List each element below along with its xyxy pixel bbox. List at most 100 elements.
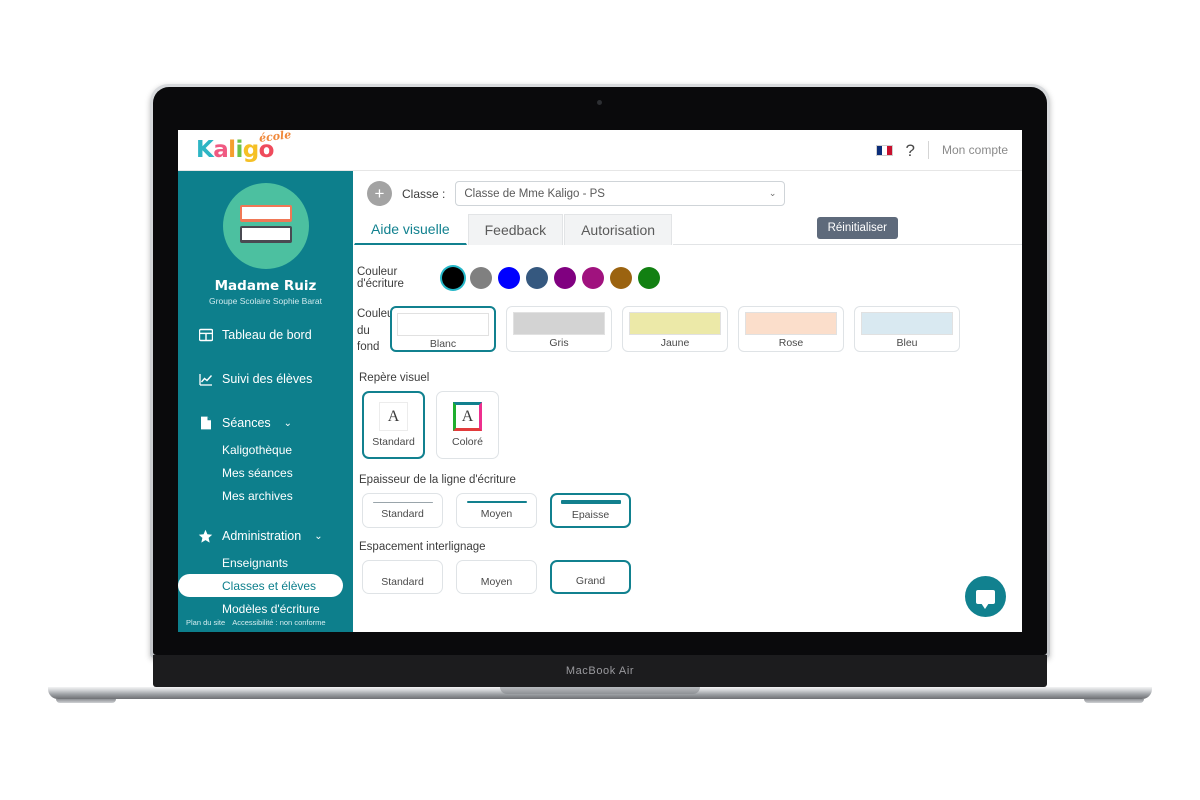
background-color-card-label: Bleu [896, 337, 918, 349]
accessibility-statement[interactable]: Accessibilité : non conforme [232, 618, 325, 627]
tab-feedback[interactable]: Feedback [467, 214, 564, 245]
books-avatar-icon [239, 205, 292, 247]
kaligo-logo[interactable]: Kaligo école [196, 130, 292, 163]
background-color-chip [745, 312, 837, 335]
visual-marker-card-standard[interactable]: A Standard [362, 391, 425, 460]
background-color-chip [861, 312, 953, 335]
section-background-color: Couleur du fond Blanc Gris Jaune Rose Bleu [355, 290, 1022, 356]
sidebar-item-administration[interactable]: Administration ⌄ [178, 521, 353, 551]
tab-autorisation[interactable]: Autorisation [564, 214, 673, 245]
writing-color-swatch-ocre[interactable] [610, 267, 632, 289]
sidebar-nav: Tableau de bord Suivi des élèves Séances… [178, 320, 353, 620]
sidebar-subitem-kaligoth-que[interactable]: Kaligothèque [178, 438, 353, 461]
line-spacing-card-grand[interactable]: Grand [550, 560, 631, 595]
background-color-card-jaune[interactable]: Jaune [622, 306, 728, 352]
account-menu[interactable]: Mon compte [942, 143, 1008, 157]
sidebar-subitem-classes-et-l-ves[interactable]: Classes et élèves [178, 574, 343, 597]
background-color-card-label: Gris [549, 337, 569, 349]
class-select[interactable]: Classe de Mme Kaligo - PS ⌄ [455, 181, 786, 206]
visual-marker-label: Repère visuel [359, 372, 430, 385]
background-color-card-rose[interactable]: Rose [738, 306, 844, 352]
letter-a-colored-icon: A [453, 402, 482, 432]
background-color-chip [397, 313, 489, 336]
line-spacing-card-label: Moyen [480, 576, 513, 589]
add-class-button[interactable]: + [367, 181, 392, 206]
laptop-foot-left [56, 699, 116, 703]
background-color-card-blanc[interactable]: Blanc [390, 306, 496, 352]
line-thickness-card-standard[interactable]: Standard [362, 493, 443, 529]
tab-aide-visuelle[interactable]: Aide visuelle [354, 214, 467, 245]
line-sample-thin [372, 501, 433, 503]
screen-viewport: Kaligo école ? Mon compte Madame Ruiz Gr… [178, 130, 1022, 632]
sidebar-subitem-mes-s-ances[interactable]: Mes séances [178, 461, 353, 484]
section-visual-marker: Repère visuel A Standard A Coloré [355, 356, 1022, 460]
settings-panel: Couleur d'écriture Couleur du fond Blanc… [353, 245, 1022, 632]
visual-marker-card-color-[interactable]: A Coloré [436, 391, 499, 460]
logo-letter: K [196, 136, 214, 163]
laptop-camera-icon [597, 100, 602, 105]
sidebar-subitem-mes-archives[interactable]: Mes archives [178, 484, 353, 507]
chevron-down-icon: ⌄ [314, 530, 323, 542]
class-label: Classe : [402, 186, 446, 201]
sidebar-submenu-administration: Enseignants Classes et élèves Modèles d'éc… [178, 551, 353, 620]
background-color-card-bleu[interactable]: Bleu [854, 306, 960, 352]
sidebar-item-label: Tableau de bord [222, 328, 312, 342]
logo-letter: i [235, 136, 243, 163]
reset-button[interactable]: Réinitialiser [816, 217, 898, 239]
section-line-thickness: Epaisseur de la ligne d'écriture Standar… [355, 459, 1022, 529]
background-color-card-gris[interactable]: Gris [506, 306, 612, 352]
fr-flag-icon[interactable] [875, 144, 893, 156]
chart-line-icon [198, 372, 213, 387]
writing-color-swatch-gris[interactable] [470, 267, 492, 289]
sitemap-link[interactable]: Plan du site [186, 618, 225, 627]
line-thickness-card-label: Moyen [480, 508, 513, 521]
sidebar-item-tableau-de-bord[interactable]: Tableau de bord [178, 320, 353, 350]
logo-superscript: école [258, 130, 292, 145]
line-spacing-label: Espacement interlignage [359, 541, 486, 554]
class-selector-bar: + Classe : Classe de Mme Kaligo - PS ⌄ [353, 171, 1022, 214]
chat-support-button[interactable] [965, 576, 1006, 617]
section-line-spacing: Espacement interlignage Standard Moyen Gra… [355, 528, 1022, 595]
writing-color-swatch-vert[interactable] [638, 267, 660, 289]
logo-letter: a [213, 136, 229, 163]
line-spacing-card-label: Standard [381, 576, 424, 589]
laptop-chin: MacBook Air [153, 655, 1047, 687]
sidebar: Madame Ruiz Groupe Scolaire Sophie Barat… [178, 171, 353, 632]
star-icon [198, 529, 213, 544]
main-content: + Classe : Classe de Mme Kaligo - PS ⌄ A… [353, 171, 1022, 632]
sidebar-item-label: Suivi des élèves [222, 372, 313, 386]
dashboard-grid-icon [198, 328, 213, 343]
class-select-value: Classe de Mme Kaligo - PS [464, 187, 605, 200]
line-spacing-card-moyen[interactable]: Moyen [456, 560, 537, 595]
sidebar-submenu-seances: Kaligothèque Mes séances Mes archives [178, 438, 353, 507]
line-thickness-card-epaisse[interactable]: Epaisse [550, 493, 631, 529]
background-color-card-label: Jaune [660, 337, 690, 349]
background-color-card-label: Rose [778, 337, 804, 349]
book-bottom-shape [239, 226, 292, 243]
device-model-label: MacBook Air [565, 665, 635, 677]
document-icon [198, 416, 213, 431]
writing-color-swatch-noir[interactable] [442, 267, 464, 289]
line-thickness-label: Epaisseur de la ligne d'écriture [359, 474, 516, 487]
background-color-label: Couleur du fond [357, 308, 398, 354]
topbar-actions: ? Mon compte [875, 141, 1008, 159]
divider [927, 141, 929, 159]
sidebar-item-suivi-des-eleves[interactable]: Suivi des élèves [178, 364, 353, 394]
writing-color-swatch-violet[interactable] [554, 267, 576, 289]
background-color-card-label: Blanc [429, 338, 457, 350]
writing-color-swatch-magenta[interactable] [582, 267, 604, 289]
avatar [222, 183, 309, 269]
kaligo-app: Kaligo école ? Mon compte Madame Ruiz Gr… [178, 130, 1022, 632]
writing-color-label: Couleur d'écriture [357, 266, 404, 290]
sidebar-item-label: Administration [222, 529, 302, 543]
laptop-foot-right [1084, 699, 1144, 703]
writing-color-swatch-bleu-acier[interactable] [526, 267, 548, 289]
sidebar-footer: Plan du site Accessibilité : non conform… [178, 614, 353, 632]
writing-color-swatch-bleu[interactable] [498, 267, 520, 289]
line-spacing-card-standard[interactable]: Standard [362, 560, 443, 595]
help-icon[interactable]: ? [906, 142, 915, 159]
line-thickness-card-moyen[interactable]: Moyen [456, 493, 537, 529]
chevron-down-icon: ⌄ [283, 417, 293, 429]
sidebar-subitem-enseignants[interactable]: Enseignants [178, 551, 353, 574]
sidebar-item-seances[interactable]: Séances ⌄ [178, 408, 353, 438]
